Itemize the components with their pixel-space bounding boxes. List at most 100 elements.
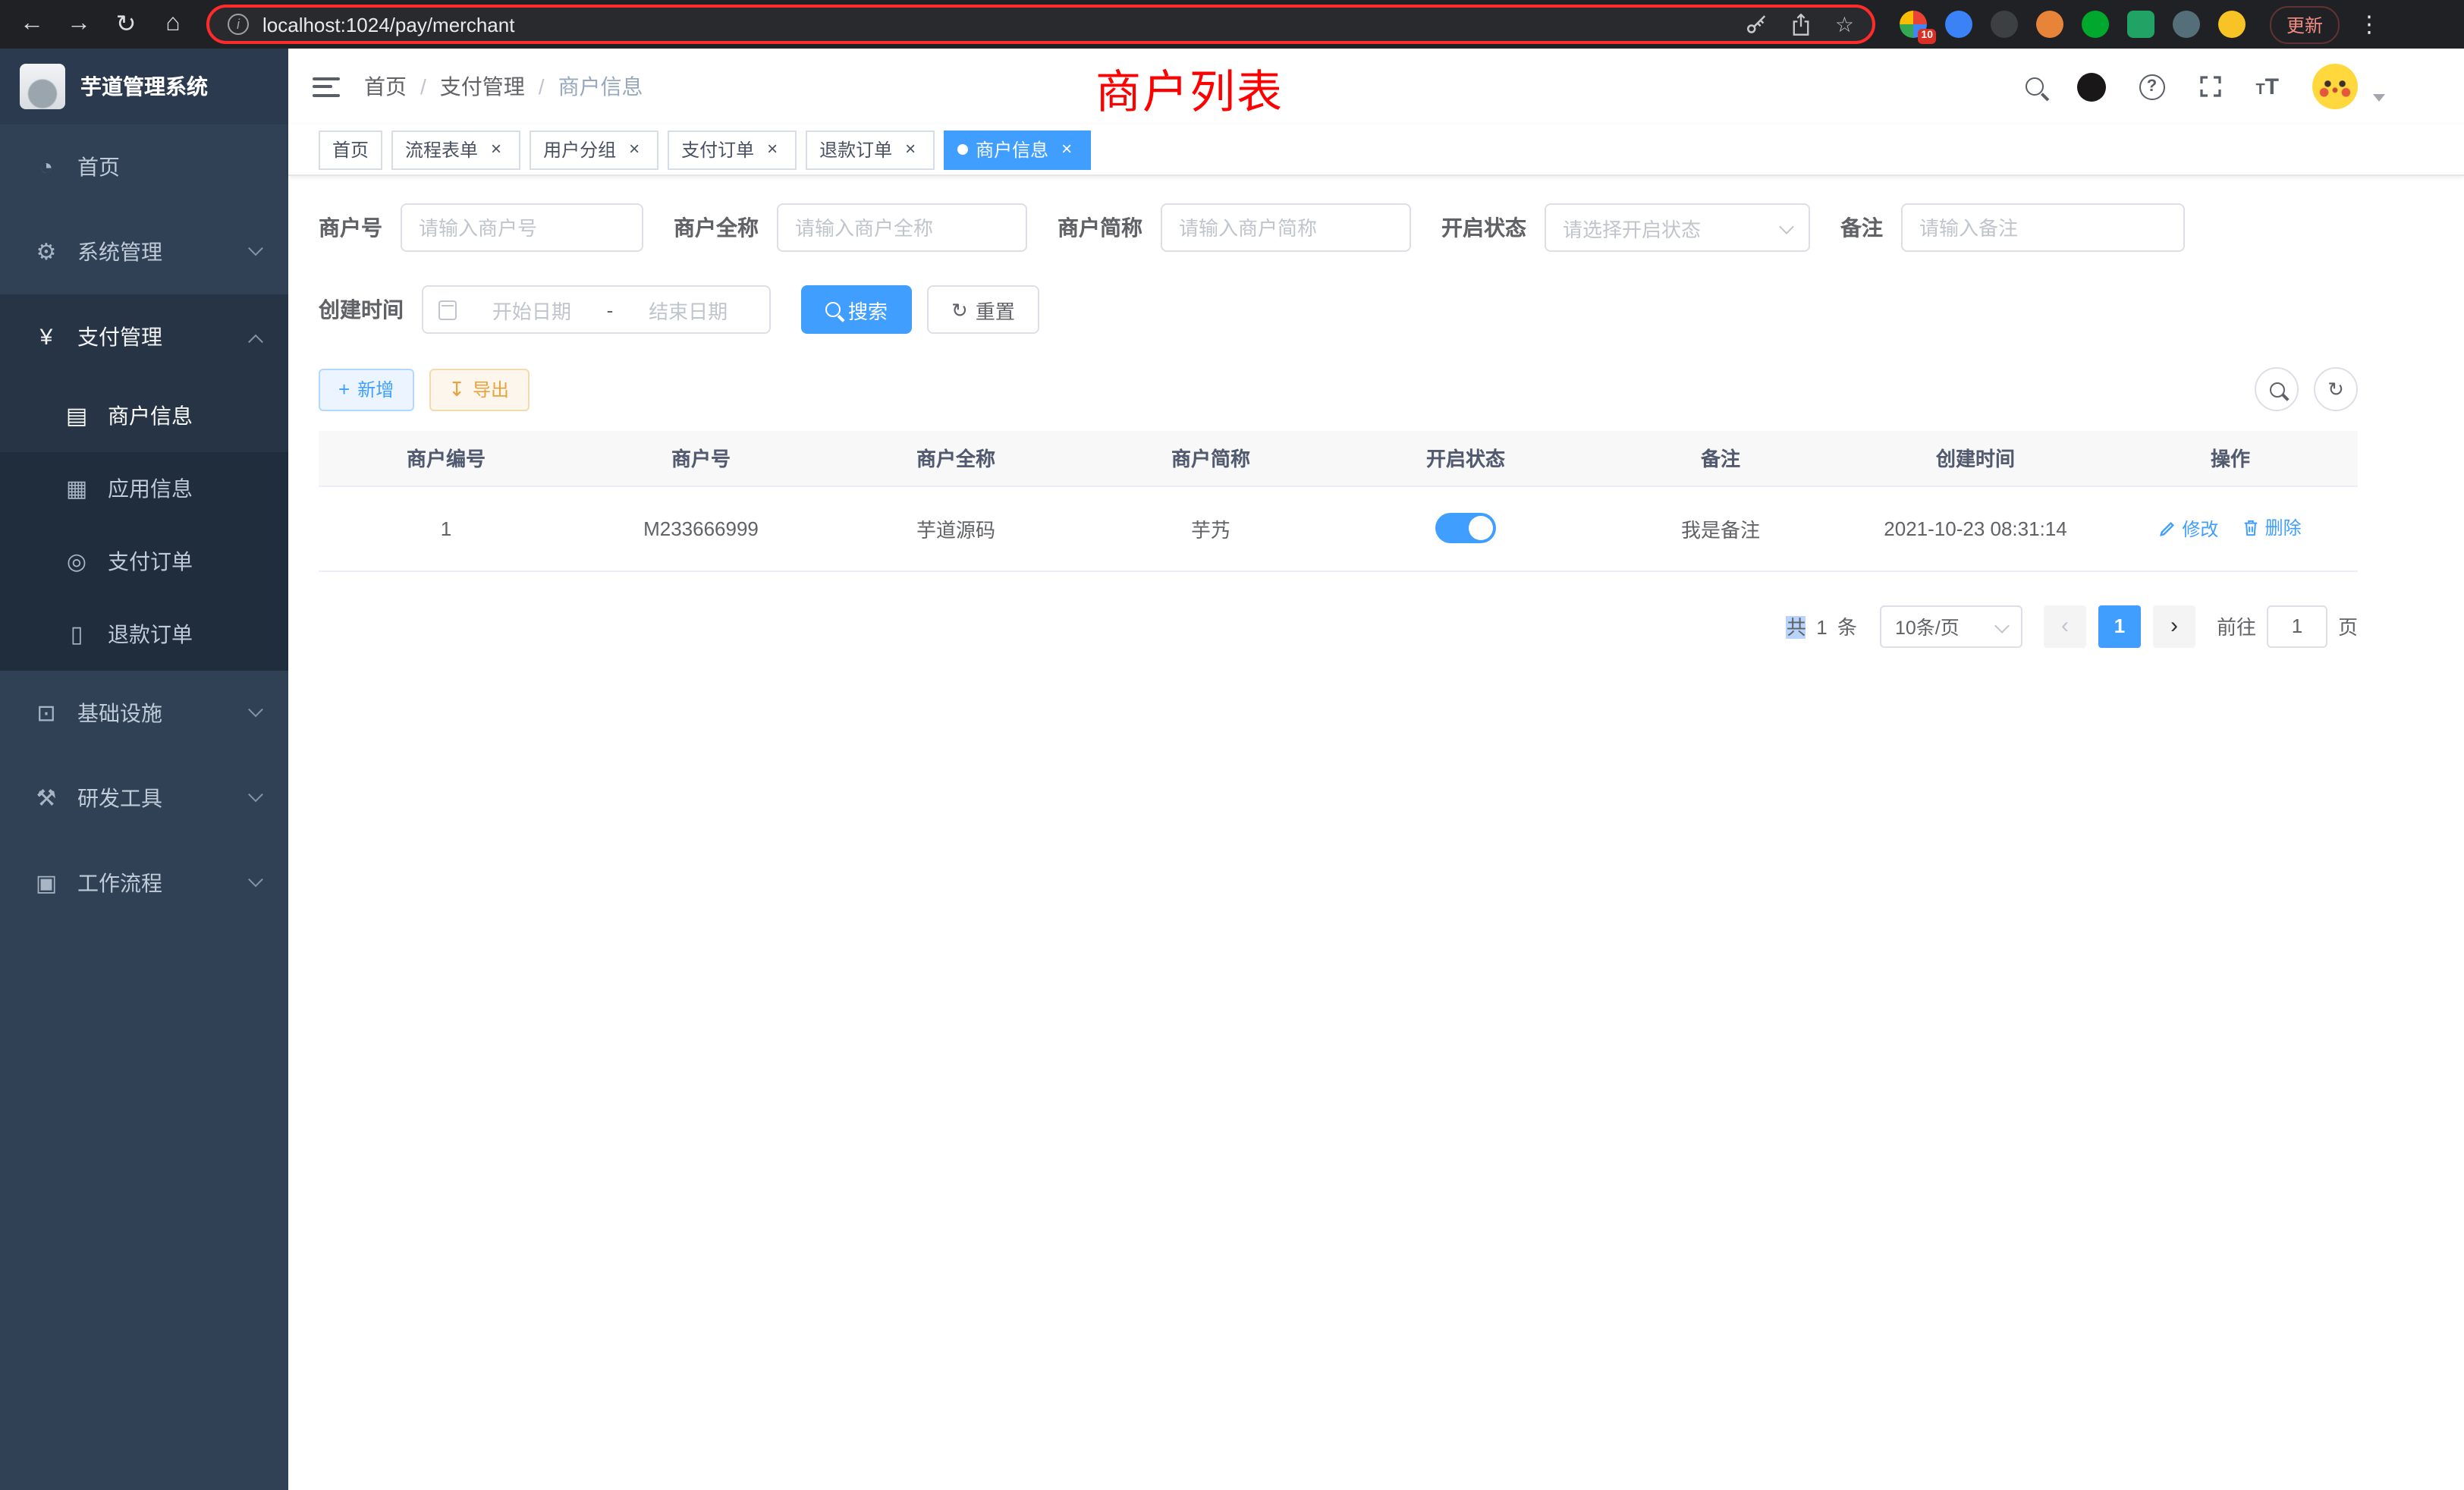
sidebar-item-refund-order[interactable]: ▯ 退款订单 xyxy=(0,598,288,671)
goto-page-input[interactable] xyxy=(2267,605,2327,647)
filter-row-2: 创建时间 开始日期 - 结束日期 搜索 ↻ 重置 xyxy=(319,285,2358,334)
reload-icon[interactable]: ↻ xyxy=(106,5,146,44)
browser-menu-icon[interactable]: ⋮ xyxy=(2358,11,2379,38)
export-button[interactable]: ↧ 导出 xyxy=(429,368,529,410)
sidebar-item-infrastructure[interactable]: ⊡ 基础设施 xyxy=(0,671,288,756)
status-select[interactable]: 请选择开启状态 xyxy=(1545,203,1810,252)
avatar-caret-icon[interactable] xyxy=(2373,93,2385,101)
date-separator: - xyxy=(607,298,614,321)
close-icon[interactable]: × xyxy=(900,139,921,160)
site-info-icon[interactable]: i xyxy=(228,14,249,35)
full-name-input[interactable] xyxy=(777,203,1027,252)
edit-button[interactable]: 修改 xyxy=(2159,516,2218,542)
github-icon[interactable] xyxy=(2076,72,2105,101)
remark-input[interactable] xyxy=(1901,203,2185,252)
app-frame: 芋道管理系统 ◔ 首页 ⚙ 系统管理 ¥ 支付管理 xyxy=(0,49,2464,1490)
bookmark-star-icon[interactable]: ☆ xyxy=(1835,11,1854,37)
tab-home[interactable]: 首页 xyxy=(319,130,382,169)
page-content: 商户号 商户全称 商户简称 开启状态 请选择开启状态 xyxy=(288,176,2464,1490)
field-label: 商户全称 xyxy=(674,212,759,243)
breadcrumb-payment[interactable]: 支付管理 xyxy=(440,71,525,102)
extension-icon-7[interactable] xyxy=(2173,11,2200,38)
font-size-icon[interactable]: T T xyxy=(2255,74,2279,99)
home-icon[interactable]: ⌂ xyxy=(153,5,193,44)
extension-icon-3[interactable] xyxy=(1991,11,2018,38)
col-merchant-no: 商户号 xyxy=(574,431,828,486)
tab-merchant-info[interactable]: 商户信息 × xyxy=(944,130,1091,169)
tab-user-group[interactable]: 用户分组 × xyxy=(530,130,658,169)
sidebar-item-system[interactable]: ⚙ 系统管理 xyxy=(0,209,288,294)
col-actions: 操作 xyxy=(2103,431,2358,486)
close-icon[interactable]: × xyxy=(762,139,783,160)
extension-icon-6[interactable] xyxy=(2127,11,2154,38)
cell-full-name: 芋道源码 xyxy=(828,486,1083,571)
search-icon[interactable] xyxy=(2025,77,2043,96)
col-full-name: 商户全称 xyxy=(828,431,1083,486)
delete-button[interactable]: 删除 xyxy=(2242,515,2302,541)
tab-process-form[interactable]: 流程表单 × xyxy=(391,130,520,169)
breadcrumb-separator: / xyxy=(420,74,426,99)
status-toggle[interactable] xyxy=(1435,513,1496,543)
filter-remark: 备注 xyxy=(1840,203,2185,252)
key-icon[interactable] xyxy=(1746,13,1768,36)
merchant-no-input[interactable] xyxy=(401,203,643,252)
sidebar-item-label: 商户信息 xyxy=(108,401,193,431)
extension-icon-5[interactable] xyxy=(2082,11,2109,38)
close-icon[interactable]: × xyxy=(1056,139,1077,160)
briefcase-icon: ▣ xyxy=(33,869,59,897)
add-button[interactable]: + 新增 xyxy=(319,368,413,410)
cell-create-time: 2021-10-23 08:31:14 xyxy=(1848,486,2103,571)
refresh-table-button[interactable]: ↻ xyxy=(2314,367,2358,411)
chevron-up-icon xyxy=(248,334,263,349)
sidebar-item-merchant-info[interactable]: ▤ 商户信息 xyxy=(0,379,288,452)
refresh-icon: ↻ xyxy=(2327,379,2344,399)
chevron-down-icon xyxy=(1994,618,2010,633)
back-icon[interactable]: ← xyxy=(12,5,52,44)
next-page-button[interactable]: › xyxy=(2153,605,2195,647)
breadcrumb-home[interactable]: 首页 xyxy=(364,71,407,102)
browser-chrome: ← → ↻ ⌂ i localhost:1024/pay/merchant ☆ … xyxy=(0,0,2464,49)
user-avatar[interactable] xyxy=(2312,64,2358,109)
sidebar-item-pay-order[interactable]: ◎ 支付订单 xyxy=(0,525,288,598)
fullscreen-icon[interactable] xyxy=(2198,74,2222,99)
sidebar-item-home[interactable]: ◔ 首页 xyxy=(0,124,288,209)
chevron-down-icon xyxy=(1779,219,1794,234)
extension-icon-1[interactable]: 10 xyxy=(1900,11,1927,38)
extension-icon-8[interactable] xyxy=(2218,11,2246,38)
calendar-icon xyxy=(438,300,457,319)
chevron-down-icon xyxy=(248,240,263,255)
logo-avatar xyxy=(20,64,65,109)
short-name-input[interactable] xyxy=(1161,203,1411,252)
forward-icon[interactable]: → xyxy=(59,5,99,44)
sidebar-item-dev-tools[interactable]: ⚒ 研发工具 xyxy=(0,756,288,841)
date-range-picker[interactable]: 开始日期 - 结束日期 xyxy=(422,285,771,334)
sidebar-item-workflow[interactable]: ▣ 工作流程 xyxy=(0,841,288,926)
chevron-down-icon xyxy=(248,786,263,801)
plus-icon: + xyxy=(338,379,350,399)
col-merchant-id: 商户编号 xyxy=(319,431,574,486)
sidebar-item-payment[interactable]: ¥ 支付管理 xyxy=(0,294,288,379)
reset-button[interactable]: ↻ 重置 xyxy=(927,285,1039,334)
pagination-total: 共 1 条 xyxy=(1787,611,1862,640)
field-label: 商户号 xyxy=(319,212,382,243)
extension-icon-2[interactable] xyxy=(1945,11,1972,38)
hamburger-icon[interactable] xyxy=(313,77,340,96)
tab-pay-order[interactable]: 支付订单 × xyxy=(668,130,797,169)
close-icon[interactable]: × xyxy=(486,139,507,160)
browser-update-button[interactable]: 更新 xyxy=(2270,5,2340,43)
close-icon[interactable]: × xyxy=(624,139,645,160)
address-bar[interactable]: i localhost:1024/pay/merchant ☆ xyxy=(206,5,1875,44)
sidebar-item-app-info[interactable]: ▦ 应用信息 xyxy=(0,452,288,525)
col-short-name: 商户简称 xyxy=(1083,431,1338,486)
dashboard-icon: ◔ xyxy=(33,154,59,180)
tab-refund-order[interactable]: 退款订单 × xyxy=(806,130,935,169)
toggle-search-button[interactable] xyxy=(2255,367,2299,411)
extension-icon-4[interactable] xyxy=(2036,11,2063,38)
logo[interactable]: 芋道管理系统 xyxy=(0,49,288,124)
current-page-button[interactable]: 1 xyxy=(2098,605,2141,647)
prev-page-button[interactable]: ‹ xyxy=(2044,605,2086,647)
share-icon[interactable] xyxy=(1791,13,1812,36)
page-size-select[interactable]: 10条/页 xyxy=(1880,605,2022,647)
search-button[interactable]: 搜索 xyxy=(801,285,912,334)
help-icon[interactable]: ? xyxy=(2139,74,2164,99)
